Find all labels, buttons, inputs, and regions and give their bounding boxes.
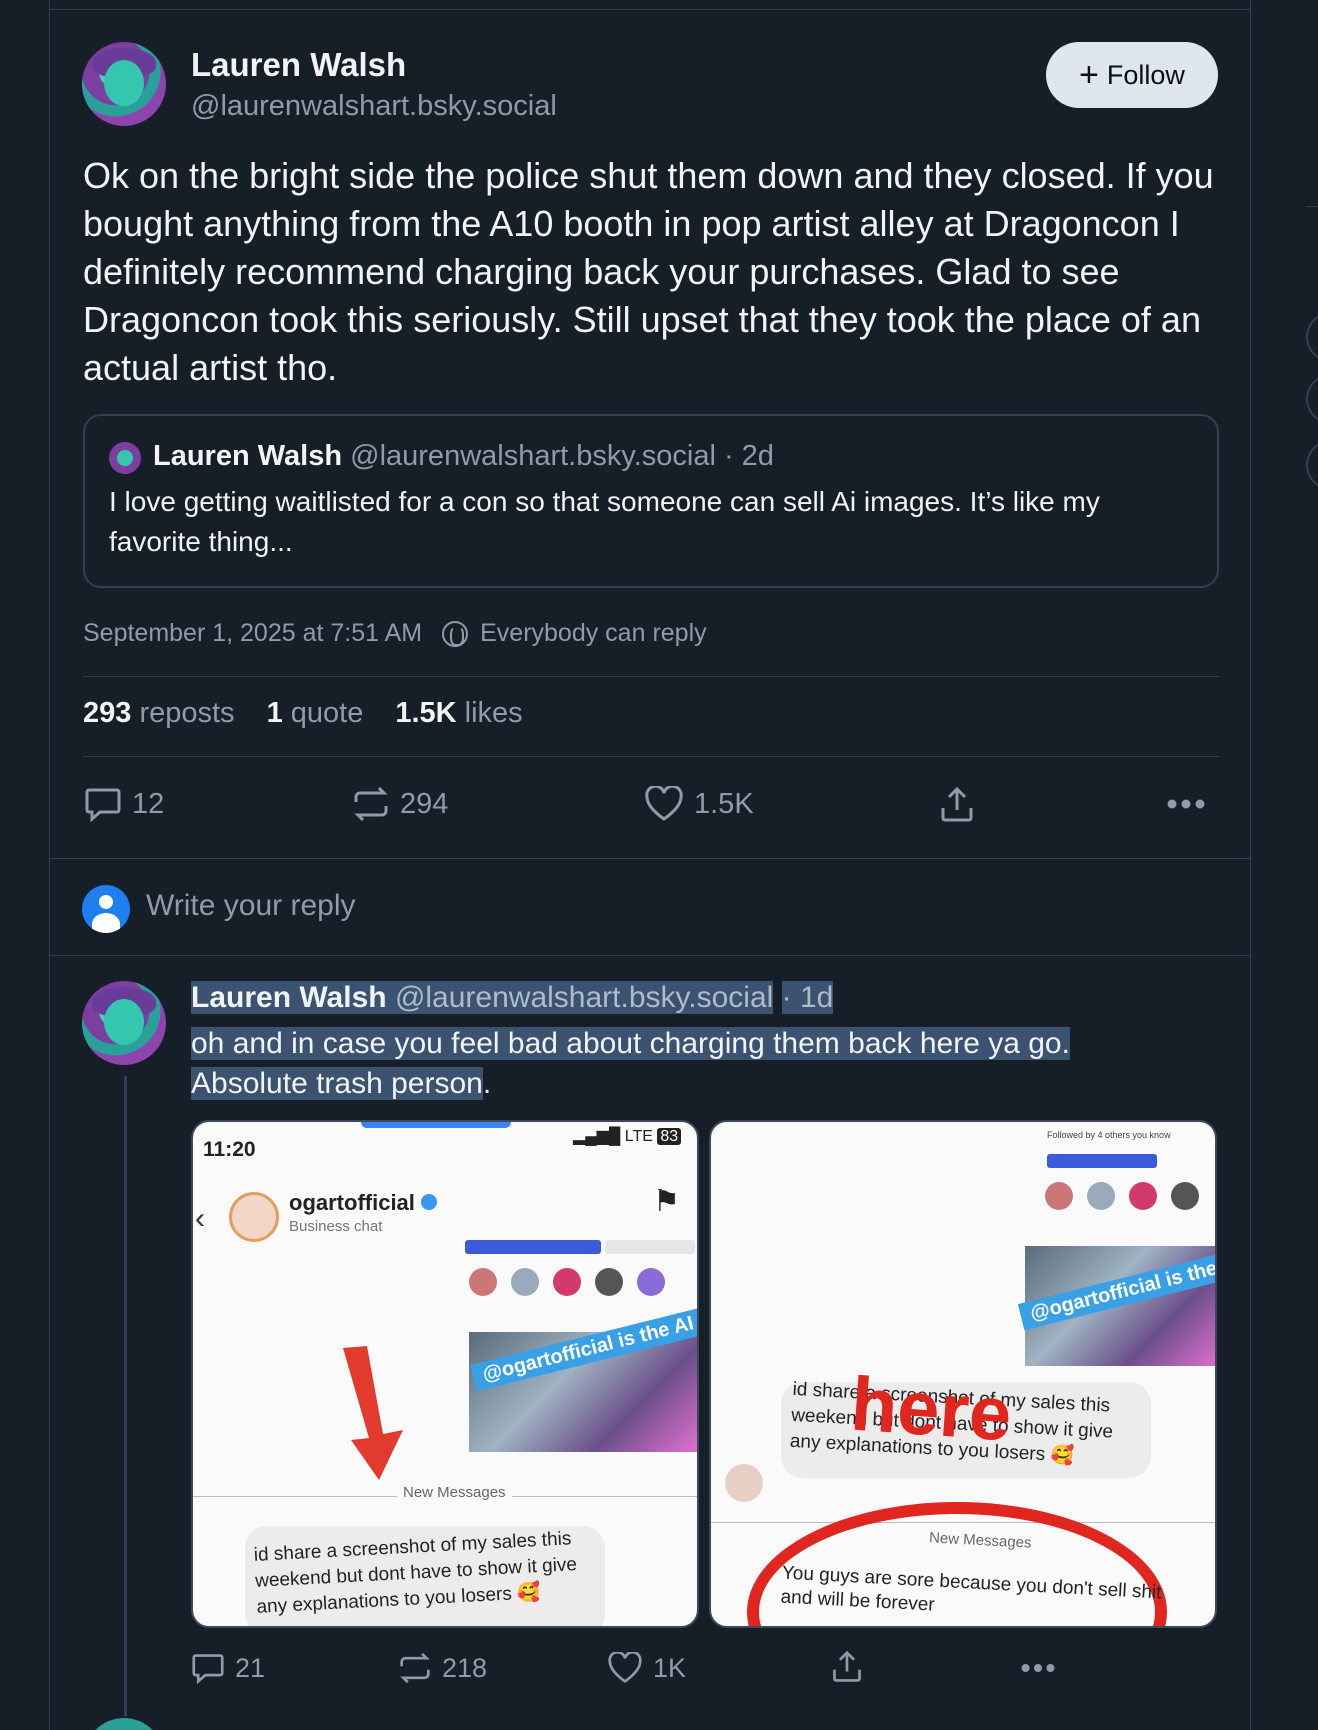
likes-stat[interactable]: 1.5K likes: [395, 697, 522, 730]
phone-time: 11:20: [203, 1138, 256, 1161]
reply-image-1[interactable]: 11:20 ▂▄▆█ LTE 83 ‹ ogartofficial Busine…: [191, 1120, 699, 1628]
sidebar-pill[interactable]: [1306, 440, 1318, 490]
reply-icon: [192, 1654, 224, 1684]
back-icon: ‹: [195, 1202, 205, 1235]
post-stats: 293 reposts 1 quote 1.5K likes: [83, 697, 523, 730]
reply-image-2[interactable]: Followed by 4 others you know @ogartoffi…: [709, 1120, 1217, 1628]
follow-button[interactable]: + Follow: [1046, 42, 1218, 108]
reply-repost-count: 218: [442, 1652, 488, 1683]
reply-repost-button[interactable]: 218: [398, 1652, 487, 1684]
post-meta: September 1, 2025 at 7:51 AM Everybody c…: [83, 619, 707, 648]
reply-composer[interactable]: Write your reply: [50, 858, 1250, 956]
image2-overlay-text: here: [848, 1361, 1015, 1458]
globe-icon: [442, 620, 469, 647]
like-button[interactable]: 1.5K: [644, 786, 754, 822]
reply-header: Lauren Walsh @laurenwalshart.bsky.social…: [191, 981, 834, 1015]
quoted-post[interactable]: Lauren Walsh @laurenwalshart.bsky.social…: [83, 414, 1219, 588]
reply-author-handle[interactable]: @laurenwalshart.bsky.social: [395, 981, 773, 1014]
more-icon: [1167, 799, 1205, 809]
reply-button[interactable]: 12: [84, 786, 164, 822]
more-button[interactable]: [1166, 786, 1206, 822]
author-name[interactable]: Lauren Walsh: [191, 46, 406, 84]
like-icon: [608, 1652, 642, 1683]
sidebar-divider: [1306, 206, 1318, 207]
red-arrow-icon: [343, 1346, 403, 1480]
quote-author-name: Lauren Walsh: [153, 440, 343, 472]
account-avatar: [229, 1192, 279, 1242]
quote-avatar: [109, 442, 141, 474]
like-icon: [645, 786, 683, 821]
reply-share-button[interactable]: [830, 1650, 864, 1684]
next-reply-avatar[interactable]: [84, 1718, 164, 1730]
author-handle[interactable]: @laurenwalshart.bsky.social: [191, 90, 557, 123]
share-icon: [941, 786, 973, 822]
share-icon: [833, 1650, 861, 1682]
post-text: Ok on the bright side the police shut th…: [83, 155, 1214, 388]
reply-icon: [85, 788, 121, 822]
share-button[interactable]: [938, 786, 976, 824]
more-icon: [1021, 1664, 1055, 1672]
repost-count: 294: [400, 787, 449, 820]
like-count: 1.5K: [694, 787, 754, 820]
reply-text-selected: Absolute trash person: [191, 1067, 483, 1100]
image2-followed-by: Followed by 4 others you know: [1047, 1130, 1171, 1140]
reply-text: oh and in case you feel bad about chargi…: [191, 1024, 1191, 1104]
reply-input[interactable]: Write your reply: [146, 889, 356, 923]
reply-more-button[interactable]: [1020, 1652, 1056, 1684]
quote-text: I love getting waitlisted for a con so t…: [109, 486, 1100, 557]
follow-label: Follow: [1106, 59, 1185, 90]
sidebar-pill[interactable]: [1306, 374, 1318, 424]
repost-icon: [400, 1652, 430, 1684]
reply-setting[interactable]: Everybody can reply: [480, 619, 707, 648]
thread-column: Lauren Walsh @laurenwalshart.bsky.social…: [49, 0, 1251, 1730]
post-timestamp: September 1, 2025 at 7:51 AM: [83, 619, 423, 647]
reply-text-line1: oh and in case you feel bad about chargi…: [191, 1027, 1070, 1060]
user-avatar: [82, 885, 130, 933]
reply-reply-count: 21: [235, 1652, 266, 1683]
phone-status: ▂▄▆█ LTE 83: [573, 1126, 682, 1146]
reply-like-count: 1K: [653, 1652, 687, 1683]
reply-author-name[interactable]: Lauren Walsh: [191, 981, 387, 1014]
reply-author-avatar[interactable]: [82, 981, 166, 1065]
quote-author-handle: @laurenwalshart.bsky.social · 2d: [350, 440, 774, 472]
reply-like-button[interactable]: 1K: [607, 1652, 686, 1684]
repost-button[interactable]: 294: [352, 786, 448, 822]
reply-time[interactable]: · 1d: [781, 981, 834, 1014]
divider: [83, 756, 1219, 757]
reply-reply-button[interactable]: 21: [191, 1652, 265, 1684]
flag-icon: ⚑: [653, 1185, 680, 1218]
plus-icon: +: [1079, 56, 1099, 94]
repost-icon: [354, 786, 388, 822]
divider: [50, 9, 1250, 10]
reply-count: 12: [132, 787, 165, 820]
account-name: ogartofficial: [289, 1190, 438, 1216]
author-avatar[interactable]: [82, 42, 166, 126]
image1-divider: New Messages: [397, 1484, 512, 1501]
divider: [83, 676, 1219, 677]
sidebar-pill[interactable]: [1306, 312, 1318, 362]
reply-text-rest: .: [482, 1067, 492, 1100]
thread-line: [124, 1076, 127, 1716]
quotes-stat[interactable]: 1 quote: [267, 697, 364, 730]
reposts-stat[interactable]: 293 reposts: [83, 697, 235, 730]
account-subtitle: Business chat: [289, 1218, 383, 1235]
